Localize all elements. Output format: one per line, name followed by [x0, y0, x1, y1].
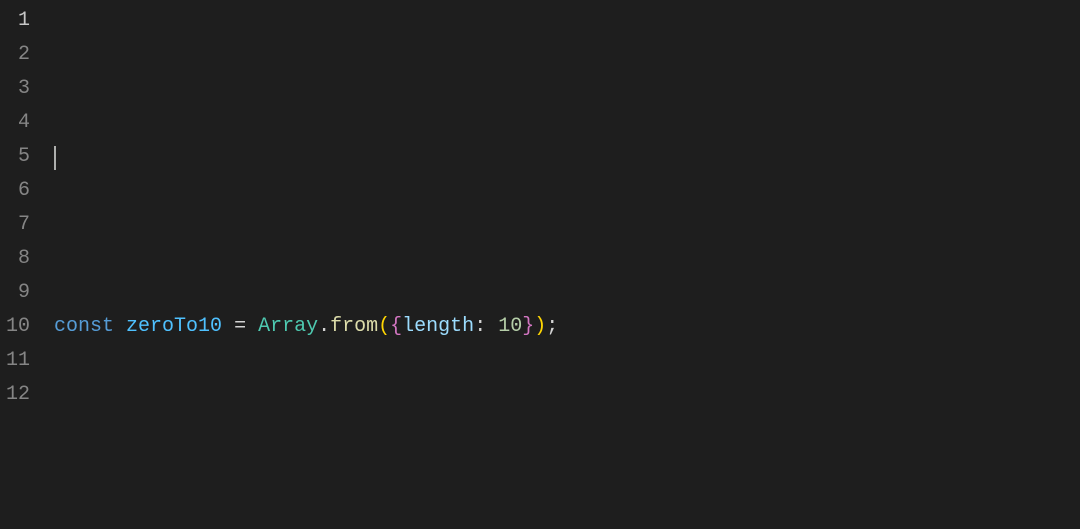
paren-open: ( — [378, 315, 390, 338]
line-number: 2 — [0, 38, 30, 72]
brace-close: } — [522, 315, 534, 338]
identifier: zeroTo10 — [126, 315, 222, 338]
line-number: 7 — [0, 208, 30, 242]
operator-equals: = — [234, 315, 246, 338]
method-from: from — [330, 315, 378, 338]
brace-open: { — [390, 315, 402, 338]
semicolon: ; — [546, 315, 558, 338]
colon: : — [474, 315, 486, 338]
code-area[interactable]: const zeroTo10 = Array.from({length: 10}… — [44, 0, 1080, 529]
dot: . — [318, 315, 330, 338]
property-length: length — [402, 315, 474, 338]
line-number: 10 — [0, 310, 30, 344]
line-number-gutter: 1 2 3 4 5 6 7 8 9 10 11 12 — [0, 0, 44, 529]
code-editor[interactable]: 1 2 3 4 5 6 7 8 9 10 11 12 const zeroTo1… — [0, 0, 1080, 529]
keyword-const: const — [54, 315, 114, 338]
paren-close: ) — [534, 315, 546, 338]
code-line[interactable] — [54, 480, 1080, 514]
line-number: 8 — [0, 242, 30, 276]
line-number: 4 — [0, 106, 30, 140]
line-number: 9 — [0, 276, 30, 310]
code-line[interactable] — [54, 140, 1080, 174]
line-number: 5 — [0, 140, 30, 174]
line-number: 6 — [0, 174, 30, 208]
line-number: 1 — [0, 4, 30, 38]
line-number: 12 — [0, 378, 30, 412]
number-literal: 10 — [498, 315, 522, 338]
line-number: 3 — [0, 72, 30, 106]
space — [246, 315, 258, 338]
text-cursor — [54, 146, 56, 170]
space — [486, 315, 498, 338]
space — [222, 315, 234, 338]
code-line[interactable]: const zeroTo10 = Array.from({length: 10}… — [54, 310, 1080, 344]
space — [114, 315, 126, 338]
type-array: Array — [258, 315, 318, 338]
line-number: 11 — [0, 344, 30, 378]
